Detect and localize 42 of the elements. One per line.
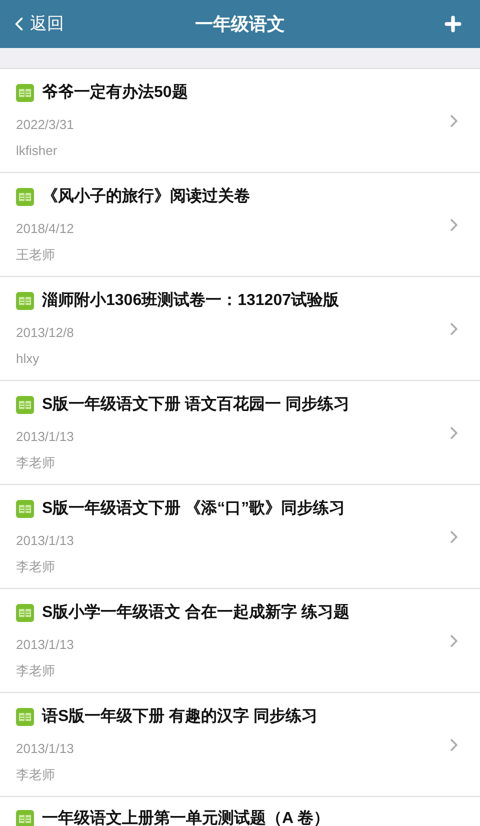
add-icon xyxy=(442,13,464,35)
item-title: 《风小子的旅行》阅读过关卷 xyxy=(42,186,250,207)
list-item[interactable]: 《风小子的旅行》阅读过关卷 2018/4/12 王老师 xyxy=(0,173,480,277)
list-item[interactable]: S版小学一年级语文 合在一起成新字 练习题 2013/1/13 李老师 xyxy=(0,589,480,693)
list-item[interactable]: S版一年级语文下册 语文百花园一 同步练习 2013/1/13 李老师 xyxy=(0,381,480,485)
item-author: 李老师 xyxy=(16,558,56,576)
item-date: 2013/1/13 xyxy=(16,428,75,446)
document-icon xyxy=(16,396,34,414)
item-author: 王老师 xyxy=(16,246,56,264)
document-icon xyxy=(16,708,34,726)
item-title: 语S版一年级下册 有趣的汉字 同步练习 xyxy=(42,706,318,727)
document-icon xyxy=(16,810,34,826)
item-date: 2013/12/8 xyxy=(16,324,75,342)
item-author: 李老师 xyxy=(16,454,56,472)
page-title: 一年级语文 xyxy=(195,12,285,36)
item-title: 淄师附小1306班测试卷一：131207试验版 xyxy=(42,290,339,311)
document-icon xyxy=(16,84,34,102)
list-item[interactable]: 淄师附小1306班测试卷一：131207试验版 2013/12/8 hlxy xyxy=(0,277,480,381)
list-item[interactable]: S版一年级语文下册 《添“口”歌》同步练习 2013/1/13 李老师 xyxy=(0,485,480,589)
document-icon xyxy=(16,188,34,206)
document-icon xyxy=(16,292,34,310)
list-item[interactable]: 爷爷一定有办法50题 2022/3/31 lkfisher xyxy=(0,69,480,173)
item-date: 2013/1/13 xyxy=(16,740,75,758)
document-icon xyxy=(16,604,34,622)
item-title: S版一年级语文下册 《添“口”歌》同步练习 xyxy=(42,498,346,519)
item-author: 李老师 xyxy=(16,766,56,784)
back-button[interactable]: 返回 xyxy=(8,11,64,37)
item-author: 李老师 xyxy=(16,662,56,680)
item-date: 2013/1/13 xyxy=(16,636,75,654)
item-title: 爷爷一定有办法50题 xyxy=(42,82,188,103)
add-button[interactable] xyxy=(442,13,464,35)
item-author: hlxy xyxy=(16,350,40,368)
item-date: 2022/3/31 xyxy=(16,116,75,134)
item-date: 2018/4/12 xyxy=(16,220,75,238)
list-item[interactable]: 一年级语文上册第一单元测试题（A 卷） xyxy=(0,797,480,826)
item-title: 一年级语文上册第一单元测试题（A 卷） xyxy=(42,808,330,826)
document-icon xyxy=(16,500,34,518)
item-author: lkfisher xyxy=(16,142,58,160)
item-date: 2013/1/13 xyxy=(16,532,75,550)
item-title: S版小学一年级语文 合在一起成新字 练习题 xyxy=(42,602,350,623)
list-item[interactable]: 语S版一年级下册 有趣的汉字 同步练习 2013/1/13 李老师 xyxy=(0,693,480,797)
item-title: S版一年级语文下册 语文百花园一 同步练习 xyxy=(42,394,350,415)
